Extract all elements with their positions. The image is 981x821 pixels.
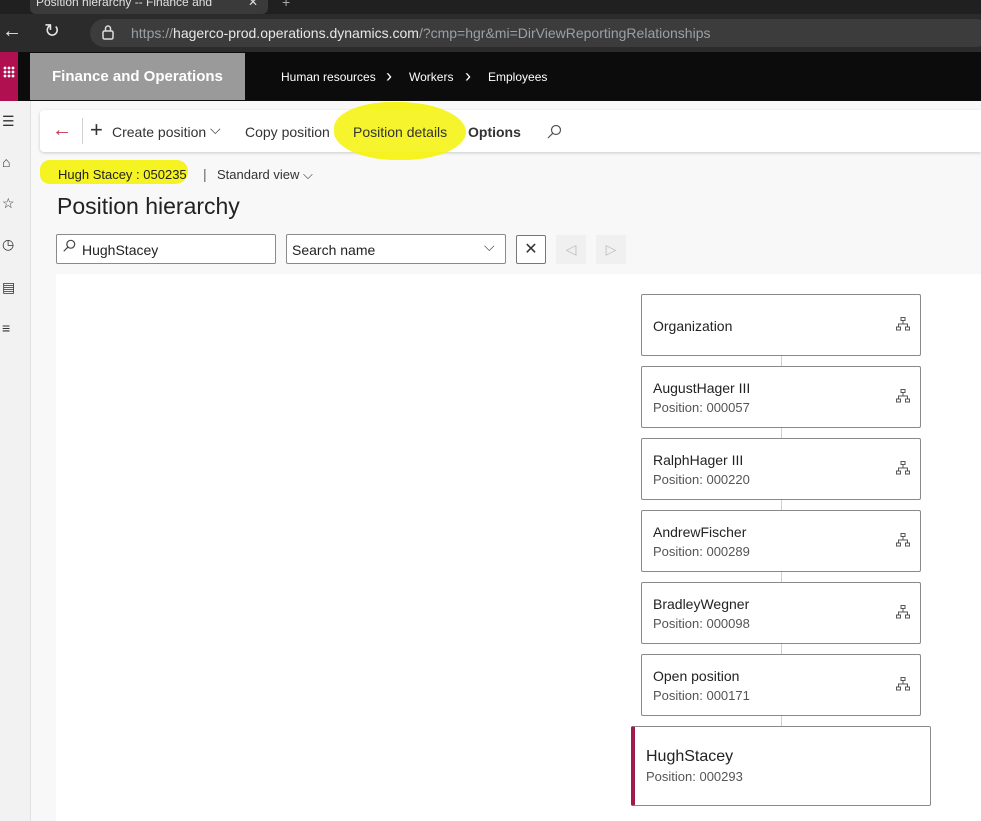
url-query: /?cmp=hgr&mi=DirViewReportingRelationshi… <box>418 25 711 41</box>
previous-result-button[interactable]: ◁ <box>556 235 586 264</box>
org-chart-icon[interactable] <box>896 605 910 619</box>
browser-back-icon[interactable]: ← <box>2 20 22 43</box>
org-chart-icon[interactable] <box>896 317 910 331</box>
chevron-right-icon: › <box>465 66 471 86</box>
url-text[interactable]: https://hagerco-prod.operations.dynamics… <box>131 25 710 41</box>
browser-tab-title[interactable]: Position hierarchy -- Finance and <box>36 0 212 9</box>
favorites-star-icon[interactable]: ☆ <box>2 195 15 212</box>
hierarchy-node-selected[interactable]: HughStacey Position: 000293 <box>631 726 931 806</box>
view-label: Standard view <box>217 167 300 182</box>
plus-icon[interactable]: + <box>90 117 103 143</box>
position-details-button[interactable]: Position details <box>353 124 447 140</box>
search-field-value[interactable]: Search name <box>292 242 375 258</box>
divider <box>82 118 83 144</box>
hierarchy-node[interactable]: AndrewFischer Position: 000289 <box>641 510 921 572</box>
next-result-button[interactable]: ▷ <box>596 235 626 264</box>
org-chart-icon[interactable] <box>896 461 910 475</box>
back-arrow-icon[interactable]: ← <box>52 119 72 142</box>
app-title[interactable]: Finance and Operations <box>30 53 245 100</box>
close-icon: ✕ <box>524 241 538 258</box>
node-position: Position: 000057 <box>653 400 750 415</box>
node-name: BradleyWegner <box>653 596 750 612</box>
copy-position-button[interactable]: Copy position <box>245 124 330 140</box>
divider: | <box>203 166 207 182</box>
triangle-right-icon: ▷ <box>605 241 617 257</box>
chevron-right-icon: › <box>386 66 392 86</box>
node-position: Position: 000220 <box>653 472 750 487</box>
org-chart-icon[interactable] <box>896 677 910 691</box>
node-name: Organization <box>653 318 733 334</box>
node-name: HughStacey <box>646 748 734 765</box>
node-position: Position: 000293 <box>646 769 743 784</box>
new-tab-icon[interactable]: + <box>282 0 290 10</box>
node-position: Position: 000098 <box>653 616 750 631</box>
record-caption: Hugh Stacey : 050235 <box>58 167 187 182</box>
reload-icon[interactable]: ↻ <box>44 20 60 43</box>
page-title: Position hierarchy <box>57 193 240 219</box>
create-position-button[interactable]: Create position <box>112 124 206 140</box>
view-selector[interactable]: Standard view ⌵ <box>217 167 313 183</box>
node-name: AndrewFischer <box>653 524 747 540</box>
chevron-down-icon[interactable]: ⌵ <box>210 121 221 138</box>
search-icon <box>63 239 76 252</box>
triangle-left-icon: ◁ <box>565 241 577 257</box>
hamburger-menu-icon[interactable]: ☰ <box>2 113 15 130</box>
clear-search-button[interactable]: ✕ <box>516 235 546 264</box>
org-chart-icon[interactable] <box>896 533 910 547</box>
hierarchy-node[interactable]: AugustHager III Position: 000057 <box>641 366 921 428</box>
hierarchy-node[interactable]: BradleyWegner Position: 000098 <box>641 582 921 644</box>
modules-list-icon[interactable]: ≡ <box>2 320 10 336</box>
node-position: Position: 000289 <box>653 544 750 559</box>
waffle-icon[interactable] <box>3 66 15 78</box>
options-tab[interactable]: Options <box>468 124 521 140</box>
url-host: hagerco-prod.operations.dynamics.com <box>173 25 419 41</box>
close-tab-icon[interactable]: ✕ <box>248 0 258 9</box>
home-icon[interactable]: ⌂ <box>2 154 10 170</box>
breadcrumb-item[interactable]: Workers <box>409 70 453 84</box>
node-name: RalphHager III <box>653 452 744 468</box>
search-input-value[interactable]: HughStacey <box>82 242 158 258</box>
node-name: Open position <box>653 668 740 684</box>
hierarchy-node[interactable]: Open position Position: 000171 <box>641 654 921 716</box>
url-scheme: https:// <box>131 25 174 41</box>
workspaces-icon[interactable]: ▤ <box>2 279 15 296</box>
chevron-down-icon[interactable]: ⌵ <box>484 238 495 255</box>
hierarchy-node[interactable]: RalphHager III Position: 000220 <box>641 438 921 500</box>
search-icon[interactable] <box>546 124 562 140</box>
node-position: Position: 000171 <box>653 688 750 703</box>
node-name: AugustHager III <box>653 380 751 396</box>
breadcrumb-item[interactable]: Human resources <box>281 70 376 84</box>
lock-icon[interactable] <box>102 24 114 40</box>
hierarchy-node-organization[interactable]: Organization <box>641 294 921 356</box>
breadcrumb-item[interactable]: Employees <box>488 70 547 84</box>
org-chart-icon[interactable] <box>896 389 910 403</box>
recent-clock-icon[interactable]: ◷ <box>2 236 14 253</box>
